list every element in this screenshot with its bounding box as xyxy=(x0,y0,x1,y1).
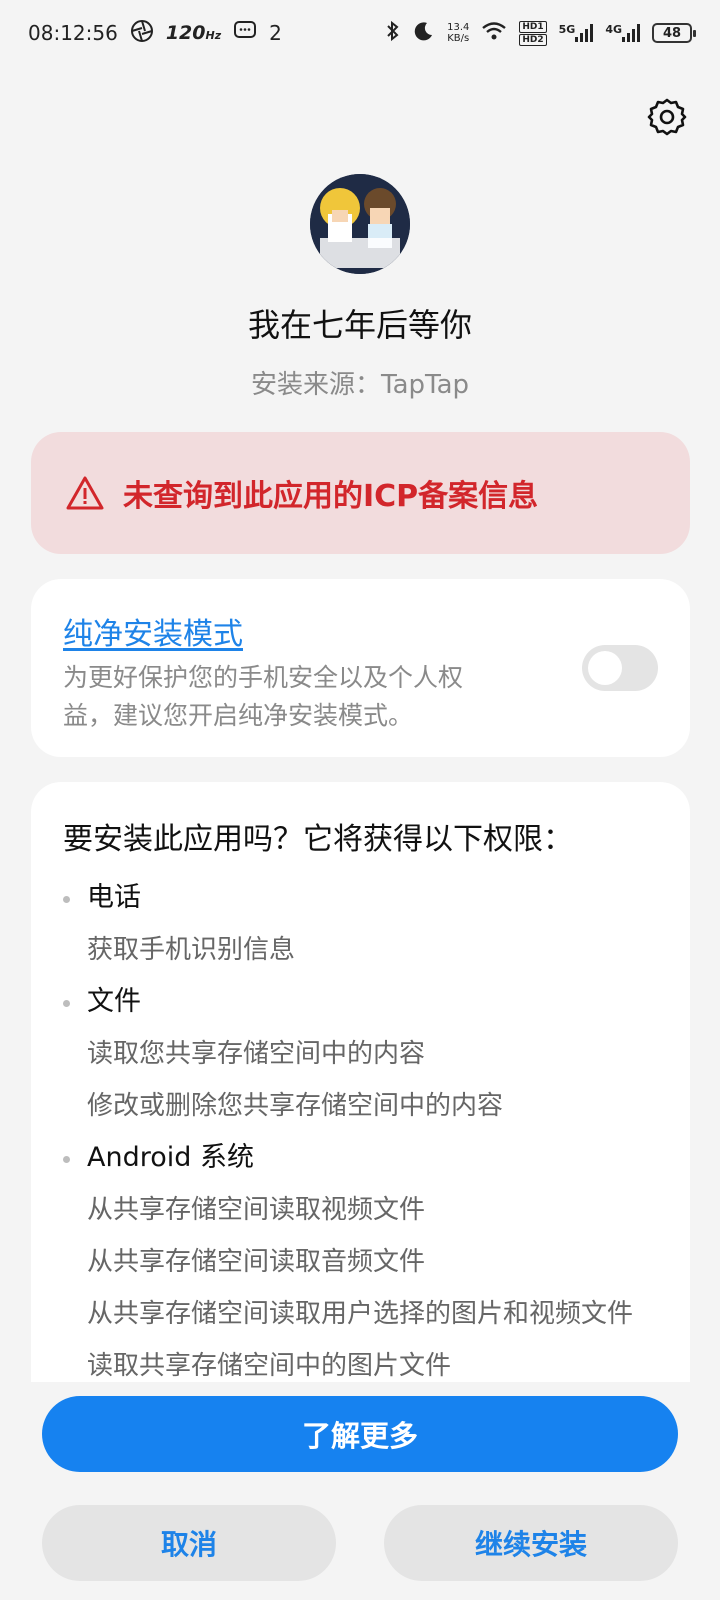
app-icon xyxy=(310,174,410,274)
pure-install-toggle[interactable] xyxy=(582,645,658,691)
permissions-heading: 要安装此应用吗？它将获得以下权限： xyxy=(63,822,573,857)
hd-indicator: HD1 HD2 xyxy=(519,20,547,46)
permission-item: 获取手机识别信息 xyxy=(87,935,296,965)
wifi-icon xyxy=(481,21,507,46)
continue-install-button[interactable]: 继续安装 xyxy=(384,1505,678,1581)
status-bar-left: 08:12:56 120Hz 2 xyxy=(28,19,282,48)
pure-install-card: 纯净安装模式 为更好保护您的手机安全以及个人权益，建议您开启纯净安装模式。 xyxy=(31,579,690,757)
permission-group-title: 电话 xyxy=(63,872,660,924)
learn-more-button[interactable]: 了解更多 xyxy=(42,1396,678,1472)
permission-group-title: Android 系统 xyxy=(63,1132,660,1184)
refresh-rate: 120Hz xyxy=(165,22,222,44)
permission-item: 从共享存储空间读取用户选择的图片和视频文件 xyxy=(87,1299,634,1329)
warning-text: 未查询到此应用的ICP备案信息 xyxy=(123,479,539,514)
gear-icon xyxy=(647,98,687,136)
status-bar: 08:12:56 120Hz 2 13.4KB/s HD1 HD2 5G 4G xyxy=(0,0,720,66)
pure-install-description: 为更好保护您的手机安全以及个人权益，建议您开启纯净安装模式。 xyxy=(63,663,464,730)
notification-count: 2 xyxy=(269,21,282,45)
settings-button[interactable] xyxy=(644,94,690,140)
warning-icon xyxy=(66,476,104,510)
status-time: 08:12:56 xyxy=(28,21,118,45)
install-source: 安装来源：TapTap xyxy=(250,370,470,400)
pure-install-link[interactable]: 纯净安装模式 xyxy=(63,609,243,653)
signal-5g: 5G xyxy=(559,23,594,42)
bluetooth-icon xyxy=(385,20,401,47)
signal-4g: 4G xyxy=(605,23,640,42)
toggle-knob xyxy=(588,651,622,685)
cancel-button[interactable]: 取消 xyxy=(42,1505,336,1581)
aperture-icon xyxy=(130,19,154,48)
status-bar-right: 13.4 KB/s HD1 HD2 5G 4G 48 xyxy=(385,20,696,47)
permission-item: 从共享存储空间读取视频文件 xyxy=(87,1195,426,1225)
permissions-card[interactable]: 要安装此应用吗？它将获得以下权限： 电话 获取手机识别信息 文件 读取您共享存储… xyxy=(31,782,690,1382)
battery-indicator: 48 xyxy=(652,23,696,43)
permission-group-title: 文件 xyxy=(63,976,660,1028)
app-name: 我在七年后等你 xyxy=(247,306,472,344)
network-speed: 13.4 KB/s xyxy=(447,22,470,44)
message-icon xyxy=(233,20,257,47)
permission-item: 修改或删除您共享存储空间中的内容 xyxy=(87,1091,504,1121)
permission-item: 读取您共享存储空间中的内容 xyxy=(87,1039,426,1069)
icp-warning-banner: 未查询到此应用的ICP备案信息 xyxy=(31,432,690,554)
permission-item: 从共享存储空间读取音频文件 xyxy=(87,1247,426,1277)
moon-icon xyxy=(413,20,435,47)
permission-item: 读取共享存储空间中的图片文件 xyxy=(87,1351,452,1381)
